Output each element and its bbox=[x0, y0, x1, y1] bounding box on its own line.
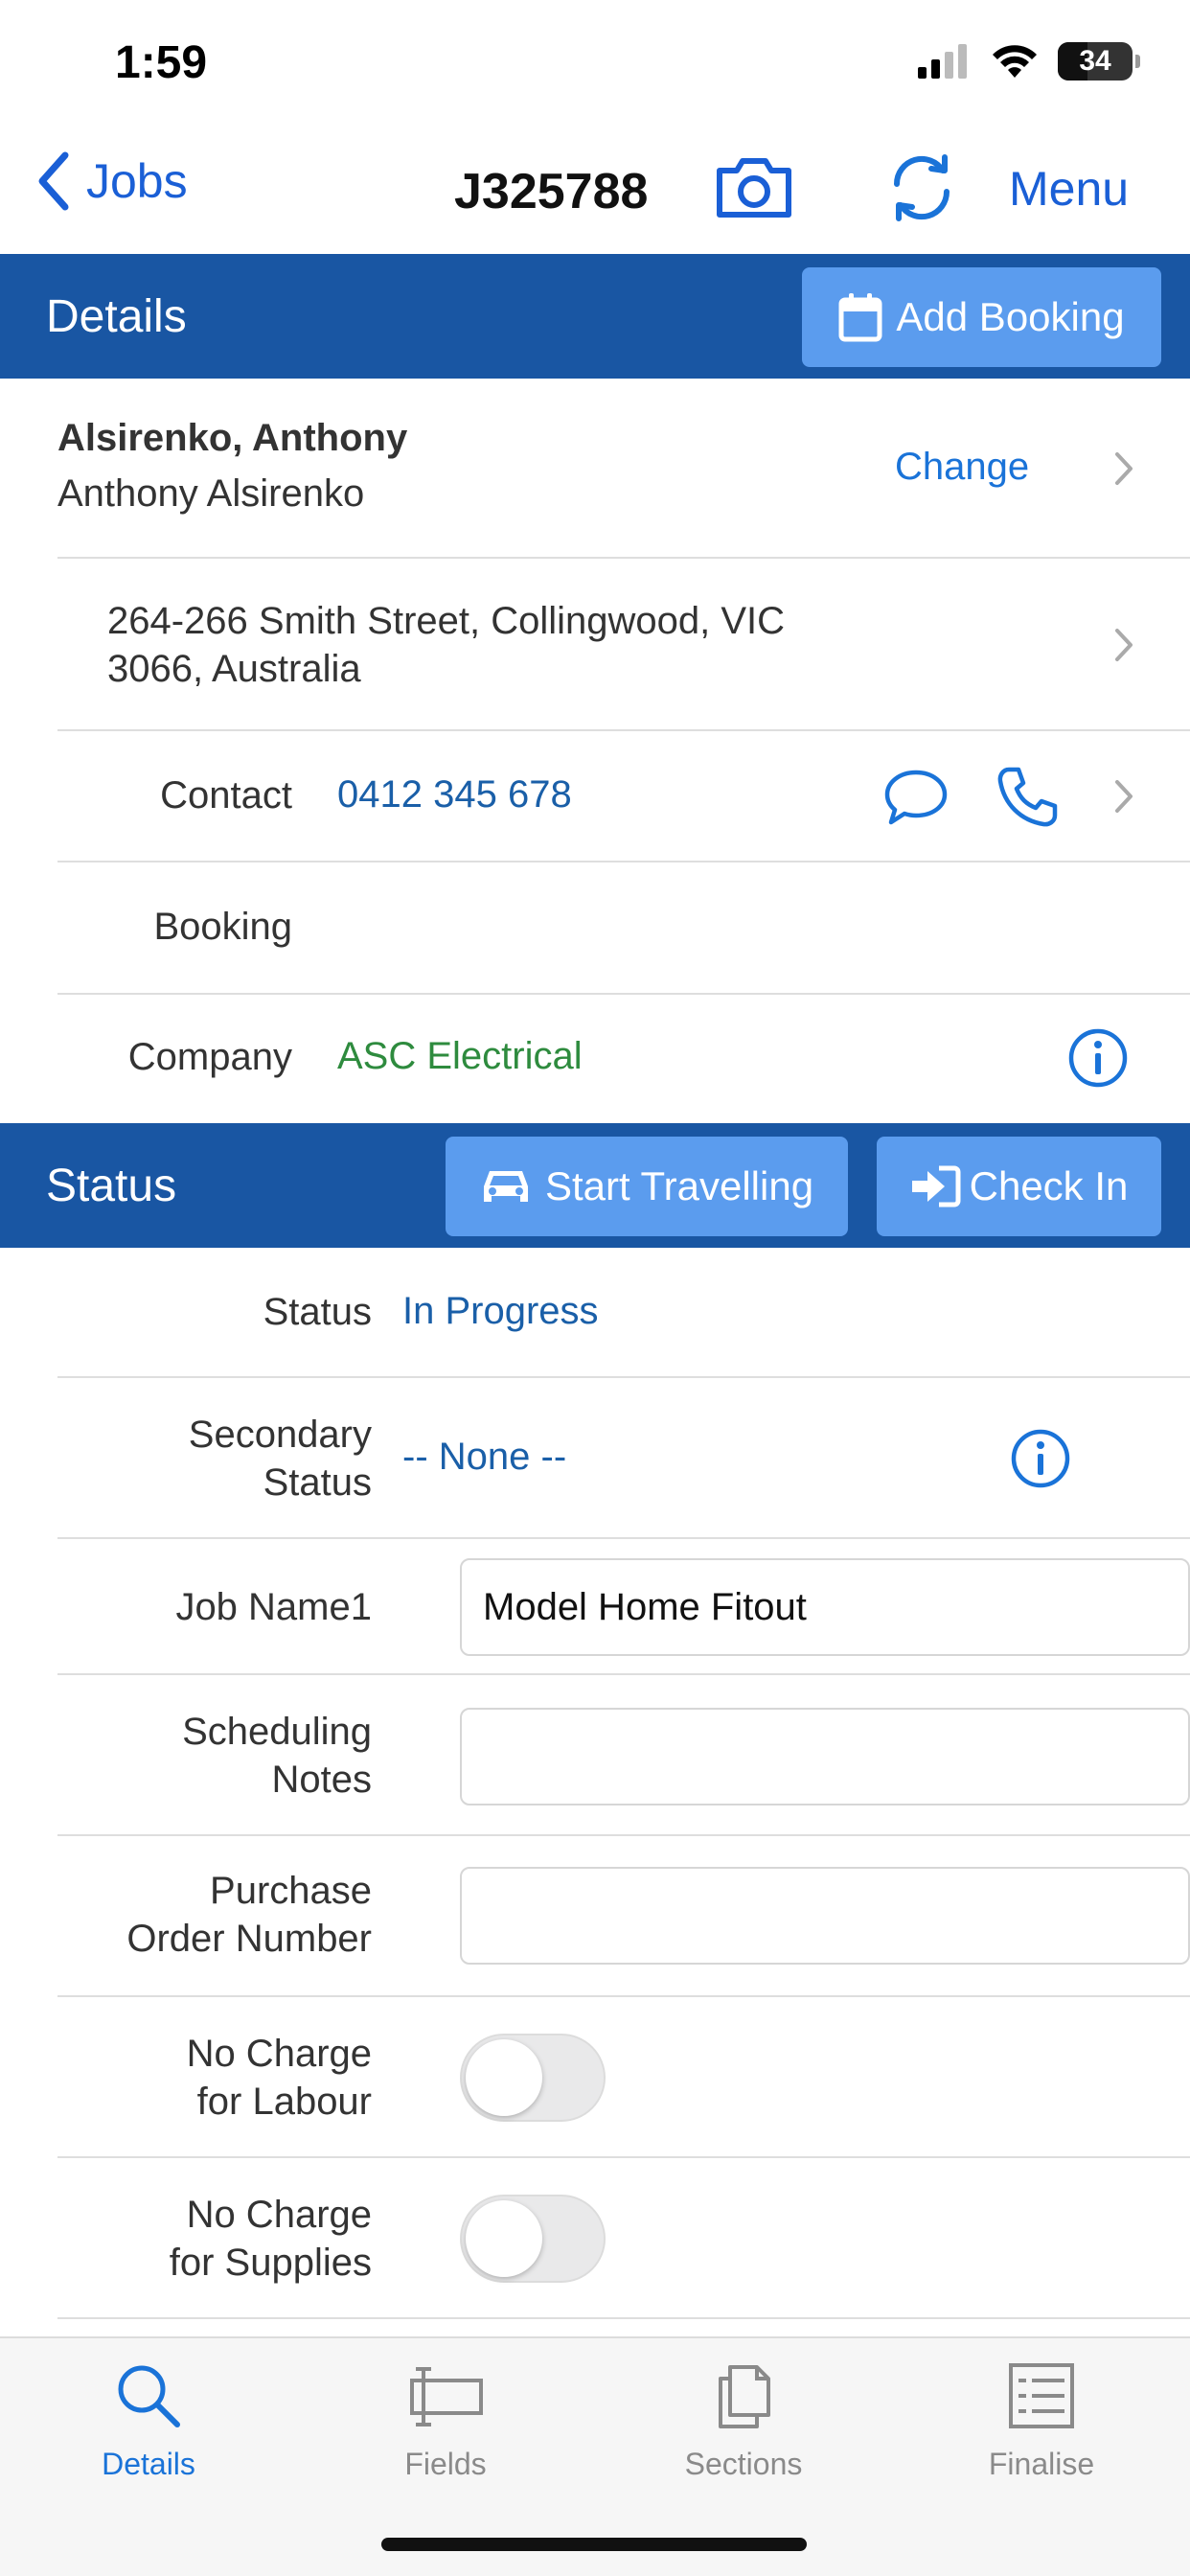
tab-sections[interactable]: Sections bbox=[648, 2358, 839, 2482]
tab-finalise[interactable]: Finalise bbox=[946, 2358, 1137, 2482]
home-indicator bbox=[381, 2538, 807, 2551]
info-icon[interactable] bbox=[1067, 1027, 1129, 1089]
job-name-input[interactable]: Model Home Fitout bbox=[460, 1558, 1190, 1656]
purchase-order-input[interactable] bbox=[460, 1867, 1190, 1965]
no-charge-labour-label: No Charge for Labour bbox=[57, 2030, 372, 2126]
no-charge-supplies-label: No Charge for Supplies bbox=[57, 2191, 372, 2287]
job-number-title: J325788 bbox=[454, 164, 649, 219]
secondary-status-row[interactable]: Secondary Status -- None -- bbox=[57, 1378, 1190, 1539]
customer-name: Alsirenko, Anthony bbox=[57, 417, 408, 459]
contact-label: Contact bbox=[160, 774, 292, 816]
status-icons: 34 bbox=[918, 42, 1140, 80]
nav-bar: Jobs J325788 Menu bbox=[0, 125, 1190, 254]
address-line-1: 264-266 Smith Street, Collingwood, VIC bbox=[107, 600, 786, 642]
scheduling-notes-row: Scheduling Notes bbox=[57, 1675, 1190, 1836]
chevron-left-icon bbox=[38, 151, 69, 211]
sign-in-icon bbox=[911, 1165, 961, 1208]
add-booking-button[interactable]: Add Booking bbox=[802, 267, 1161, 367]
start-travelling-button[interactable]: Start Travelling bbox=[446, 1137, 848, 1236]
tab-fields[interactable]: Fields bbox=[350, 2358, 541, 2482]
secondary-status-label: Secondary Status bbox=[57, 1411, 372, 1506]
details-header-title: Details bbox=[46, 291, 187, 342]
battery-icon: 34 bbox=[1058, 42, 1140, 80]
calendar-icon bbox=[838, 293, 882, 342]
purchase-order-label: Purchase Order Number bbox=[57, 1867, 372, 1963]
status-bar: 1:59 34 bbox=[0, 0, 1190, 125]
no-charge-supplies-label-line1: No Charge bbox=[186, 2194, 372, 2236]
scheduling-notes-input[interactable] bbox=[460, 1708, 1190, 1806]
scheduling-notes-label-line1: Scheduling bbox=[182, 1711, 372, 1753]
chevron-right-icon[interactable] bbox=[1113, 779, 1134, 814]
secondary-status-value[interactable]: -- None -- bbox=[402, 1436, 566, 1479]
customer-display-name: Anthony Alsirenko bbox=[57, 472, 365, 515]
check-in-button[interactable]: Check In bbox=[877, 1137, 1161, 1236]
address-line-2: 3066, Australia bbox=[107, 648, 361, 690]
status-time: 1:59 bbox=[115, 37, 208, 88]
booking-row[interactable]: Booking bbox=[57, 862, 1190, 995]
sync-button[interactable] bbox=[883, 150, 960, 231]
message-icon[interactable] bbox=[883, 768, 949, 827]
job-name-row: Job Name1 Model Home Fitout bbox=[57, 1539, 1190, 1675]
booking-label: Booking bbox=[153, 906, 292, 948]
no-charge-labour-row: No Charge for Labour bbox=[57, 1997, 1190, 2158]
info-icon[interactable] bbox=[1010, 1428, 1071, 1489]
camera-button[interactable] bbox=[714, 153, 794, 225]
camera-icon bbox=[717, 158, 791, 218]
no-charge-supplies-label-line2: for Supplies bbox=[169, 2242, 372, 2284]
status-row[interactable]: Status In Progress bbox=[57, 1248, 1190, 1378]
chevron-right-icon bbox=[1115, 452, 1133, 485]
purchase-order-label-line2: Order Number bbox=[126, 1918, 372, 1960]
address-row[interactable]: 264-266 Smith Street, Collingwood, VIC 3… bbox=[57, 559, 1190, 731]
back-button[interactable]: Jobs bbox=[36, 151, 188, 211]
company-value: ASC Electrical bbox=[337, 1035, 583, 1077]
address-text: 264-266 Smith Street, Collingwood, VIC 3… bbox=[107, 597, 785, 693]
scheduling-notes-label: Scheduling Notes bbox=[57, 1708, 372, 1804]
battery-level: 34 bbox=[1079, 45, 1111, 77]
no-charge-labour-label-line1: No Charge bbox=[186, 2033, 372, 2075]
no-charge-labour-toggle[interactable] bbox=[460, 2034, 606, 2122]
job-name-label: Job Name1 bbox=[175, 1586, 372, 1628]
start-travelling-label: Start Travelling bbox=[544, 1163, 814, 1208]
menu-button[interactable]: Menu bbox=[1009, 161, 1129, 217]
sections-icon bbox=[719, 2365, 770, 2428]
change-customer-link[interactable]: Change bbox=[895, 446, 1029, 489]
car-icon bbox=[483, 1171, 528, 1202]
tab-fields-label: Fields bbox=[404, 2447, 487, 2481]
details-section-header: Details Add Booking bbox=[0, 254, 1190, 379]
add-booking-label: Add Booking bbox=[896, 294, 1125, 339]
scheduling-notes-label-line2: Notes bbox=[271, 1759, 373, 1801]
no-charge-supplies-toggle[interactable] bbox=[460, 2195, 606, 2283]
check-in-label: Check In bbox=[969, 1163, 1129, 1208]
back-label: Jobs bbox=[86, 154, 188, 208]
status-section-header: Status Start Travelling Check In bbox=[0, 1123, 1190, 1248]
sync-icon bbox=[893, 154, 950, 221]
no-charge-supplies-row: No Charge for Supplies bbox=[57, 2158, 1190, 2319]
tab-details-label: Details bbox=[102, 2447, 195, 2481]
company-label: Company bbox=[127, 1036, 292, 1078]
contact-row: Contact 0412 345 678 bbox=[57, 731, 1190, 862]
purchase-order-row: Purchase Order Number bbox=[57, 1836, 1190, 1997]
status-value[interactable]: In Progress bbox=[402, 1290, 599, 1333]
phone-icon[interactable] bbox=[994, 764, 1061, 831]
secondary-status-label-line2: Status bbox=[263, 1461, 372, 1504]
checklist-icon bbox=[1009, 2363, 1074, 2428]
chevron-right-icon bbox=[1115, 629, 1133, 661]
status-header-title: Status bbox=[46, 1161, 177, 1211]
status-label: Status bbox=[263, 1291, 372, 1333]
tab-sections-label: Sections bbox=[684, 2447, 803, 2481]
customer-row[interactable]: Alsirenko, Anthony Anthony Alsirenko Cha… bbox=[0, 379, 1190, 559]
secondary-status-label-line1: Secondary bbox=[188, 1414, 372, 1456]
tab-details[interactable]: Details bbox=[53, 2358, 244, 2482]
search-icon bbox=[118, 2365, 180, 2427]
signal-icon bbox=[918, 44, 967, 79]
company-row: Company ASC Electrical bbox=[57, 995, 1190, 1121]
purchase-order-label-line1: Purchase bbox=[210, 1870, 372, 1912]
fields-icon bbox=[410, 2367, 483, 2426]
contact-phone[interactable]: 0412 345 678 bbox=[337, 773, 572, 816]
tab-finalise-label: Finalise bbox=[988, 2447, 1095, 2481]
no-charge-labour-label-line2: for Labour bbox=[196, 2081, 372, 2123]
wifi-icon bbox=[993, 45, 1037, 78]
